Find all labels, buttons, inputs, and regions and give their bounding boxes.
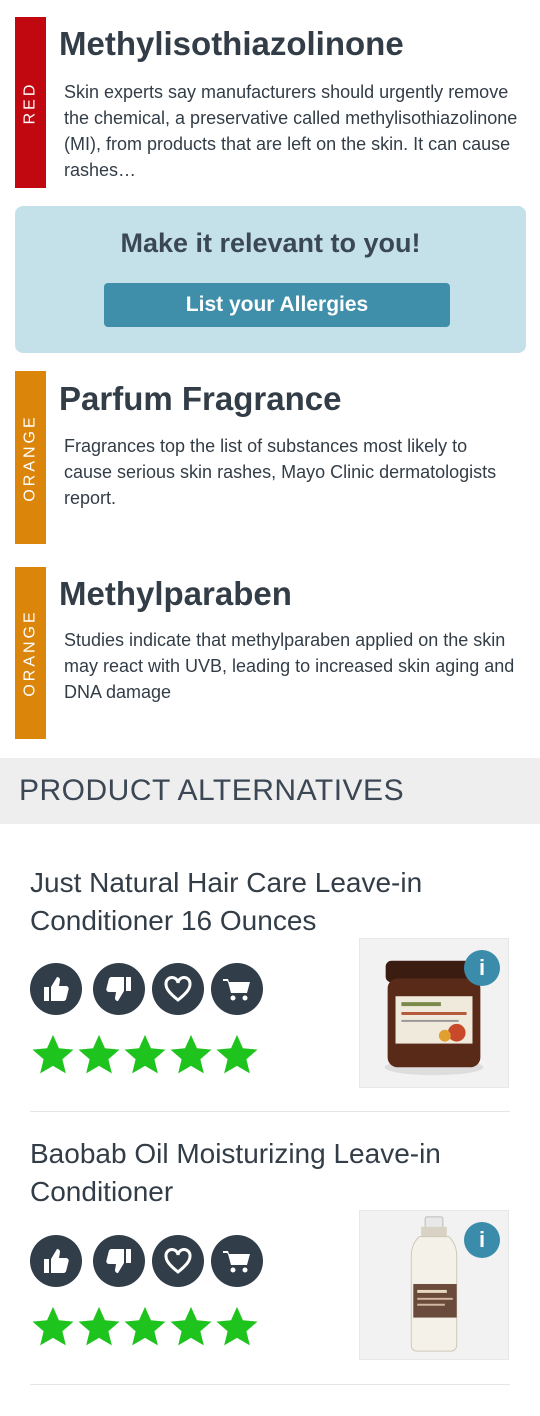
product-actions	[30, 963, 263, 1015]
heart-icon	[164, 976, 192, 1002]
star-icon	[124, 1034, 166, 1074]
product-info-button[interactable]: i	[464, 1222, 500, 1258]
allergies-prompt-box: Make it relevant to you! List your Aller…	[15, 206, 526, 353]
star-icon	[170, 1306, 212, 1346]
product-alternatives-header: PRODUCT ALTERNATIVES	[0, 758, 540, 824]
risk-badge: ORANGE	[15, 371, 46, 544]
add-to-cart-button[interactable]	[211, 963, 263, 1015]
star-icon	[78, 1306, 120, 1346]
star-icon	[170, 1034, 212, 1074]
risk-label: ORANGE	[21, 609, 39, 697]
thumbs-up-button[interactable]	[30, 963, 82, 1015]
product-actions	[30, 1235, 263, 1287]
ingredient-card-methylisothiazolinone: RED Methylisothiazolinone Skin experts s…	[15, 17, 525, 188]
ingredient-description: Skin experts say manufacturers should ur…	[64, 82, 518, 180]
product-card: Just Natural Hair Care Leave-in Conditio…	[30, 864, 510, 1090]
thumbs-down-icon	[106, 1249, 131, 1273]
thumbs-up-icon	[44, 977, 69, 1001]
product-divider	[30, 1384, 510, 1385]
product-name[interactable]: Just Natural Hair Care Leave-in Conditio…	[30, 864, 510, 940]
risk-label: RED	[21, 81, 39, 124]
product-name[interactable]: Baobab Oil Moisturizing Leave-in Conditi…	[30, 1135, 510, 1211]
thumbs-down-button[interactable]	[93, 1235, 145, 1287]
thumbs-up-icon	[44, 1249, 69, 1273]
star-icon	[32, 1306, 74, 1346]
cart-icon	[223, 1251, 250, 1273]
product-info-button[interactable]: i	[464, 950, 500, 986]
cart-icon	[223, 979, 250, 1001]
star-rating	[30, 1032, 260, 1078]
thumbs-down-button[interactable]	[93, 963, 145, 1015]
ingredient-card-methylparaben: ORANGE Methylparaben Studies indicate th…	[15, 567, 525, 739]
star-icon	[216, 1306, 258, 1346]
product-card: Baobab Oil Moisturizing Leave-in Conditi…	[30, 1135, 510, 1361]
star-icon	[216, 1034, 258, 1074]
ingredient-description: Fragrances top the list of substances mo…	[64, 436, 497, 508]
ingredient-name: Parfum Fragrance	[59, 380, 342, 417]
star-rating	[30, 1304, 260, 1350]
ingredient-name: Methylparaben	[59, 575, 292, 612]
section-title: PRODUCT ALTERNATIVES	[19, 774, 405, 807]
product-image[interactable]: i	[359, 1210, 509, 1360]
risk-label: ORANGE	[21, 413, 39, 502]
thumbs-up-button[interactable]	[30, 1235, 82, 1287]
risk-badge: RED	[15, 17, 46, 188]
ingredient-description: Studies indicate that methylparaben appl…	[64, 630, 515, 702]
risk-badge: ORANGE	[15, 567, 46, 739]
favorite-button[interactable]	[152, 1235, 204, 1287]
cta-title: Make it relevant to you!	[120, 228, 421, 258]
favorite-button[interactable]	[152, 963, 204, 1015]
product-image[interactable]: i	[359, 938, 509, 1088]
star-icon	[78, 1034, 120, 1074]
ingredient-card-parfum-fragrance: ORANGE Parfum Fragrance Fragrances top t…	[15, 371, 525, 544]
product-divider	[30, 1111, 510, 1112]
add-to-cart-button[interactable]	[211, 1235, 263, 1287]
star-icon	[32, 1034, 74, 1074]
heart-icon	[164, 1248, 192, 1274]
list-allergies-button[interactable]: List your Allergies	[104, 283, 450, 327]
ingredient-name: Methylisothiazolinone	[59, 25, 404, 62]
star-icon	[124, 1306, 166, 1346]
thumbs-down-icon	[106, 977, 131, 1001]
